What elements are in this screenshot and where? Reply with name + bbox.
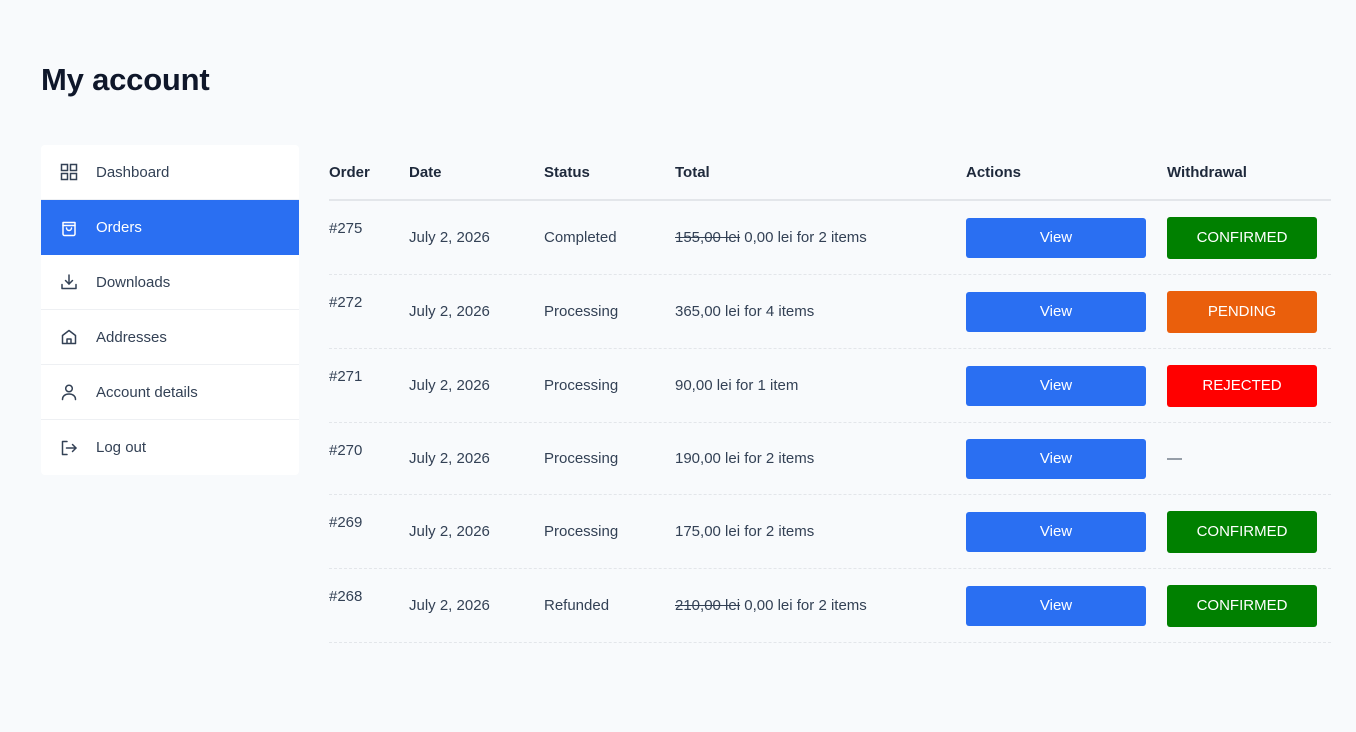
withdrawal-status-badge: PENDING xyxy=(1167,290,1317,333)
order-total: 190,00 lei for 2 items xyxy=(675,450,966,467)
order-status: Completed xyxy=(544,229,617,246)
order-number-link[interactable]: #271 xyxy=(329,349,409,385)
order-status: Processing xyxy=(544,523,619,540)
shopping-bag-icon xyxy=(60,219,78,237)
table-row: #268 July 2, 2026 Refunded 210,00 lei 0,… xyxy=(329,569,1331,643)
logout-icon xyxy=(60,439,78,457)
view-order-button[interactable]: View xyxy=(966,511,1146,552)
table-row: #269 July 2, 2026 Processing 175,00 lei … xyxy=(329,495,1331,569)
order-withdrawal: REJECTED xyxy=(1167,364,1331,407)
home-icon xyxy=(60,328,78,346)
original-price: 155,00 lei xyxy=(675,229,741,246)
order-withdrawal: PENDING xyxy=(1167,290,1331,333)
total-price: 0,00 lei for 2 items xyxy=(740,229,867,246)
order-date: July 2, 2026 xyxy=(409,597,490,614)
order-actions: View xyxy=(966,585,1167,626)
table-header: Order Date Status Total Actions Withdraw… xyxy=(329,145,1331,201)
withdrawal-status-badge: CONFIRMED xyxy=(1167,510,1317,553)
column-header-withdrawal: Withdrawal xyxy=(1167,163,1247,181)
order-total: 90,00 lei for 1 item xyxy=(675,377,966,394)
order-actions: View xyxy=(966,217,1167,258)
order-status: Processing xyxy=(544,303,619,320)
order-withdrawal: CONFIRMED xyxy=(1167,216,1331,259)
order-status: Refunded xyxy=(544,597,610,614)
order-number-link[interactable]: #268 xyxy=(329,569,409,605)
withdrawal-status-badge: CONFIRMED xyxy=(1167,584,1317,627)
total-price: 365,00 lei for 4 items xyxy=(675,303,815,320)
order-status: Processing xyxy=(544,377,619,394)
view-order-button[interactable]: View xyxy=(966,438,1146,479)
withdrawal-status-badge: REJECTED xyxy=(1167,364,1317,407)
sidebar-item-label: Account details xyxy=(96,383,198,401)
user-icon xyxy=(60,383,78,401)
sidebar-item-label: Orders xyxy=(96,219,142,236)
view-order-button[interactable]: View xyxy=(966,291,1146,332)
order-date: July 2, 2026 xyxy=(409,303,490,320)
orders-table: Order Date Status Total Actions Withdraw… xyxy=(329,145,1331,643)
download-icon xyxy=(60,273,78,291)
view-order-button[interactable]: View xyxy=(966,585,1146,626)
total-price: 90,00 lei for 1 item xyxy=(675,377,799,394)
sidebar-item-orders[interactable]: Orders xyxy=(41,200,299,255)
order-total: 175,00 lei for 2 items xyxy=(675,523,966,540)
view-order-button[interactable]: View xyxy=(966,217,1146,258)
view-order-button[interactable]: View xyxy=(966,365,1146,406)
sidebar-item-label: Downloads xyxy=(96,273,171,291)
dashboard-grid-icon xyxy=(60,163,78,181)
original-price: 210,00 lei xyxy=(675,597,741,614)
order-actions: View xyxy=(966,365,1167,406)
order-number-link[interactable]: #269 xyxy=(329,495,409,531)
order-number-link[interactable]: #272 xyxy=(329,275,409,311)
order-number-link[interactable]: #270 xyxy=(329,423,409,459)
sidebar-item-label: Log out xyxy=(96,439,147,456)
column-header-actions: Actions xyxy=(966,163,1022,181)
order-date: July 2, 2026 xyxy=(409,450,490,467)
column-header-date: Date xyxy=(409,163,442,181)
order-date: July 2, 2026 xyxy=(409,523,490,540)
total-price: 175,00 lei for 2 items xyxy=(675,523,815,540)
order-total: 365,00 lei for 4 items xyxy=(675,303,966,320)
order-actions: View xyxy=(966,438,1167,479)
order-status: Processing xyxy=(544,450,619,467)
column-header-total: Total xyxy=(675,163,710,181)
order-number-link[interactable]: #275 xyxy=(329,201,409,237)
total-price: 190,00 lei for 2 items xyxy=(675,450,815,467)
sidebar-item-label: Addresses xyxy=(96,328,167,346)
order-actions: View xyxy=(966,291,1167,332)
order-actions: View xyxy=(966,511,1167,552)
page-title: My account xyxy=(41,62,210,97)
order-total: 155,00 lei 0,00 lei for 2 items xyxy=(675,229,966,246)
order-total: 210,00 lei 0,00 lei for 2 items xyxy=(675,597,966,614)
sidebar-item-addresses[interactable]: Addresses xyxy=(41,310,299,365)
column-header-status: Status xyxy=(544,163,590,181)
sidebar-item-dashboard[interactable]: Dashboard xyxy=(41,145,299,200)
sidebar-item-label: Dashboard xyxy=(96,163,170,181)
column-header-order: Order xyxy=(329,163,370,181)
sidebar-item-downloads[interactable]: Downloads xyxy=(41,255,299,310)
sidebar-item-account-details[interactable]: Account details xyxy=(41,365,299,420)
table-row: #271 July 2, 2026 Processing 90,00 lei f… xyxy=(329,349,1331,423)
order-date: July 2, 2026 xyxy=(409,229,490,246)
withdrawal-empty: — xyxy=(1167,450,1182,467)
account-navigation: Dashboard Orders Downloads Addresses Acc… xyxy=(41,145,299,475)
table-row: #275 July 2, 2026 Completed 155,00 lei 0… xyxy=(329,201,1331,275)
order-date: July 2, 2026 xyxy=(409,377,490,394)
table-row: #272 July 2, 2026 Processing 365,00 lei … xyxy=(329,275,1331,349)
table-row: #270 July 2, 2026 Processing 190,00 lei … xyxy=(329,423,1331,495)
withdrawal-status-badge: CONFIRMED xyxy=(1167,216,1317,259)
sidebar-item-log-out[interactable]: Log out xyxy=(41,420,299,475)
total-price: 0,00 lei for 2 items xyxy=(740,597,867,614)
order-withdrawal: CONFIRMED xyxy=(1167,584,1331,627)
order-withdrawal: CONFIRMED xyxy=(1167,510,1331,553)
